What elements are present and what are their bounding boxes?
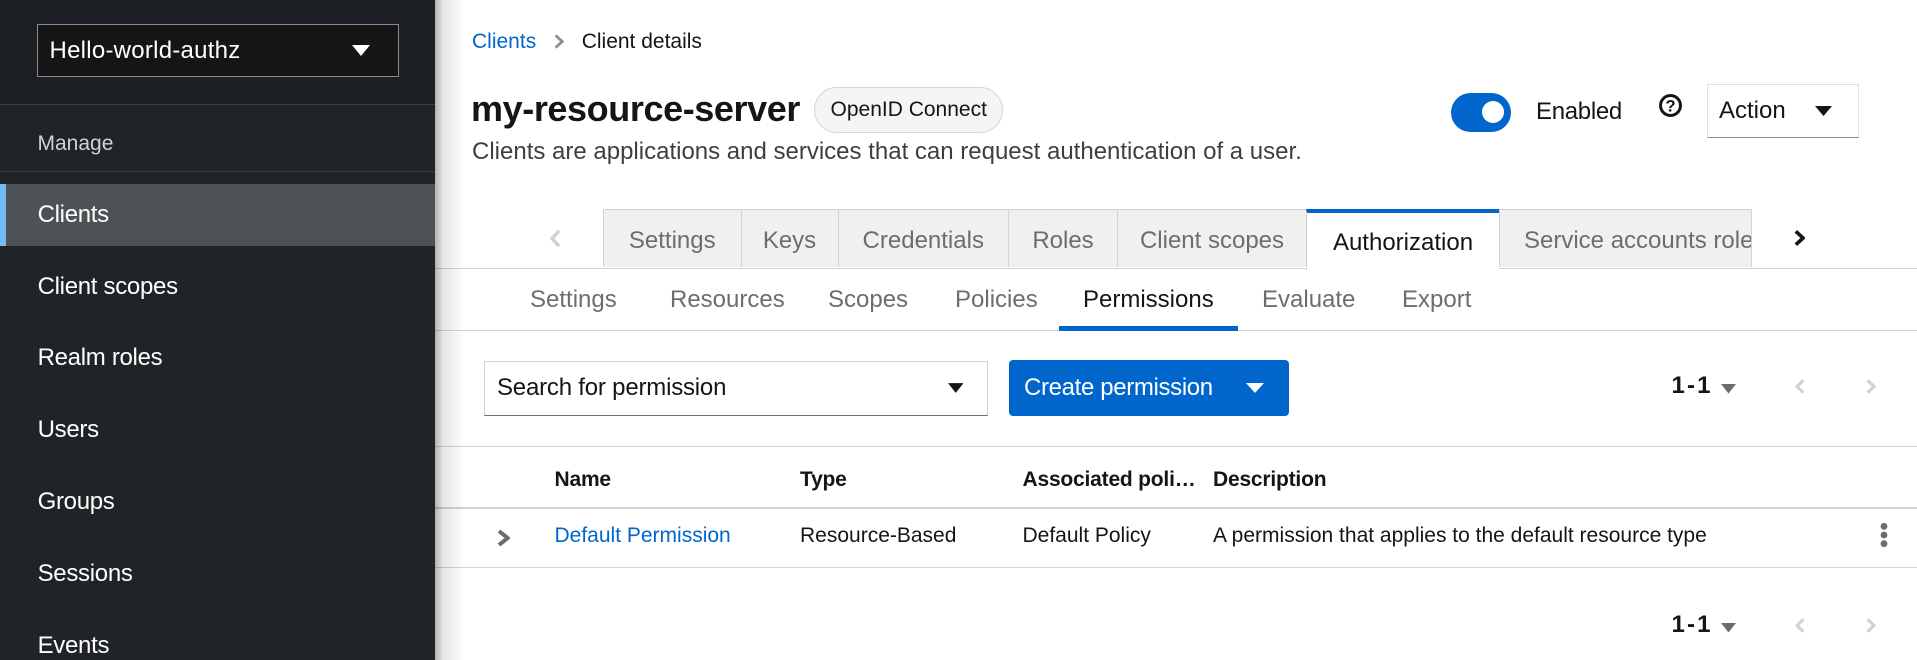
- sidebar-divider: [0, 171, 435, 173]
- subtab-evaluate[interactable]: Evaluate: [1238, 271, 1379, 329]
- sidebar-item-groups[interactable]: Groups: [0, 471, 435, 533]
- subtab-resources[interactable]: Resources: [646, 271, 809, 329]
- nav-list: Clients Client scopes Realm roles Users …: [0, 184, 435, 660]
- column-header-type[interactable]: Type: [800, 468, 847, 492]
- column-header-associated-policies[interactable]: Associated policies: [1023, 468, 1200, 492]
- tab-keys[interactable]: Keys: [741, 209, 838, 267]
- sidebar-item-client-scopes[interactable]: Client scopes: [0, 256, 435, 318]
- search-input[interactable]: [485, 374, 905, 402]
- caret-down-icon: [1815, 106, 1832, 116]
- sidebar-item-clients[interactable]: Clients: [0, 184, 435, 246]
- sidebar-item-sessions[interactable]: Sessions: [0, 543, 435, 605]
- sidebar-item-realm-roles[interactable]: Realm roles: [0, 328, 435, 390]
- subtab-settings[interactable]: Settings: [506, 271, 641, 329]
- chevron-right-icon: [1866, 379, 1876, 394]
- tabs-scroll-right-button[interactable]: [1779, 209, 1819, 267]
- tab-roles[interactable]: Roles: [1008, 209, 1117, 267]
- cell-type: Resource-Based: [800, 524, 956, 548]
- chevron-right-icon: [1866, 618, 1876, 633]
- pagination-prev-button[interactable]: [1795, 618, 1805, 636]
- nav-section-title: Manage: [38, 131, 114, 156]
- toolbar-divider: [435, 446, 1917, 448]
- table-header: Name Type Associated policies Descriptio…: [435, 451, 1917, 508]
- chevron-left-icon: [550, 229, 561, 248]
- cell-description: A permission that applies to the default…: [1213, 524, 1707, 548]
- tabs: Settings Keys Credentials Roles Client s…: [435, 209, 1917, 269]
- page-subtitle: Clients are applications and services th…: [472, 138, 1302, 166]
- subtab-permissions[interactable]: Permissions: [1059, 271, 1238, 329]
- caret-down-icon: [352, 45, 370, 56]
- realm-selector[interactable]: Hello-world-authz: [37, 24, 399, 77]
- caret-down-icon: [948, 383, 964, 393]
- row-expand-button[interactable]: [497, 529, 510, 546]
- realm-selector-section: Hello-world-authz: [0, 0, 435, 105]
- create-permission-label: Create permission: [1009, 374, 1213, 402]
- realm-selector-label: Hello-world-authz: [38, 37, 241, 65]
- action-label: Action: [1708, 97, 1786, 125]
- tab-client-scopes[interactable]: Client scopes: [1117, 209, 1306, 267]
- action-dropdown[interactable]: Action: [1707, 84, 1859, 138]
- tab-settings[interactable]: Settings: [603, 209, 741, 267]
- subtab-policies[interactable]: Policies: [931, 271, 1062, 329]
- sidebar-item-users[interactable]: Users: [0, 399, 435, 461]
- search-permission-select[interactable]: [484, 361, 988, 416]
- tabs-scroll-left-button[interactable]: [535, 209, 575, 267]
- main-content: Clients Client details my-resource-serve…: [435, 0, 1917, 660]
- row-kebab-menu[interactable]: [1880, 523, 1888, 548]
- subtabs: Settings Resources Scopes Policies Permi…: [435, 269, 1917, 331]
- chevron-left-icon: [1795, 618, 1805, 633]
- tab-authorization[interactable]: Authorization: [1306, 209, 1499, 270]
- pagination-range: 1 - 1: [1672, 611, 1711, 639]
- svg-text:?: ?: [1665, 96, 1675, 115]
- caret-down-icon[interactable]: [1721, 384, 1736, 394]
- help-icon[interactable]: ?: [1659, 94, 1682, 117]
- subtab-scopes[interactable]: Scopes: [804, 271, 932, 329]
- subtab-export[interactable]: Export: [1378, 271, 1495, 329]
- kebab-icon: [1880, 523, 1888, 548]
- chevron-right-icon: [497, 529, 510, 546]
- app: Hello-world-authz Manage Clients Client …: [0, 0, 1917, 660]
- sidebar: Hello-world-authz Manage Clients Client …: [0, 0, 435, 660]
- pagination-range: 1 - 1: [1672, 372, 1711, 400]
- title-row: my-resource-server OpenID Connect: [471, 85, 1003, 133]
- cell-name: Default Permission: [555, 524, 731, 548]
- protocol-badge: OpenID Connect: [814, 87, 1003, 133]
- pagination-next-button[interactable]: [1866, 379, 1876, 397]
- table-row-border: [435, 567, 1917, 569]
- chevron-right-icon: [554, 34, 564, 49]
- column-header-description[interactable]: Description: [1213, 468, 1326, 492]
- enabled-label: Enabled: [1536, 97, 1622, 127]
- tab-service-accounts-roles[interactable]: Service accounts roles: [1499, 209, 1752, 267]
- page-title: my-resource-server: [471, 86, 800, 132]
- permission-link[interactable]: Default Permission: [555, 524, 731, 547]
- breadcrumb: Clients Client details: [472, 30, 702, 54]
- breadcrumb-clients-link[interactable]: Clients: [472, 30, 536, 54]
- enabled-toggle[interactable]: [1451, 93, 1511, 132]
- create-permission-button[interactable]: Create permission: [1009, 360, 1289, 416]
- pagination-prev-button[interactable]: [1795, 379, 1805, 397]
- sidebar-item-events[interactable]: Events: [0, 615, 435, 660]
- chevron-right-icon: [1794, 230, 1805, 246]
- toggle-knob: [1482, 101, 1504, 123]
- tab-credentials[interactable]: Credentials: [838, 209, 1009, 267]
- caret-down-icon[interactable]: [1721, 623, 1736, 633]
- table-row: Default Permission Resource-Based Defaul…: [435, 509, 1917, 567]
- column-header-name[interactable]: Name: [555, 468, 611, 492]
- chevron-left-icon: [1795, 379, 1805, 394]
- breadcrumb-current: Client details: [582, 30, 702, 54]
- cell-associated-policies: Default Policy: [1023, 524, 1151, 548]
- pagination-next-button[interactable]: [1866, 618, 1876, 636]
- caret-down-icon: [1246, 383, 1264, 393]
